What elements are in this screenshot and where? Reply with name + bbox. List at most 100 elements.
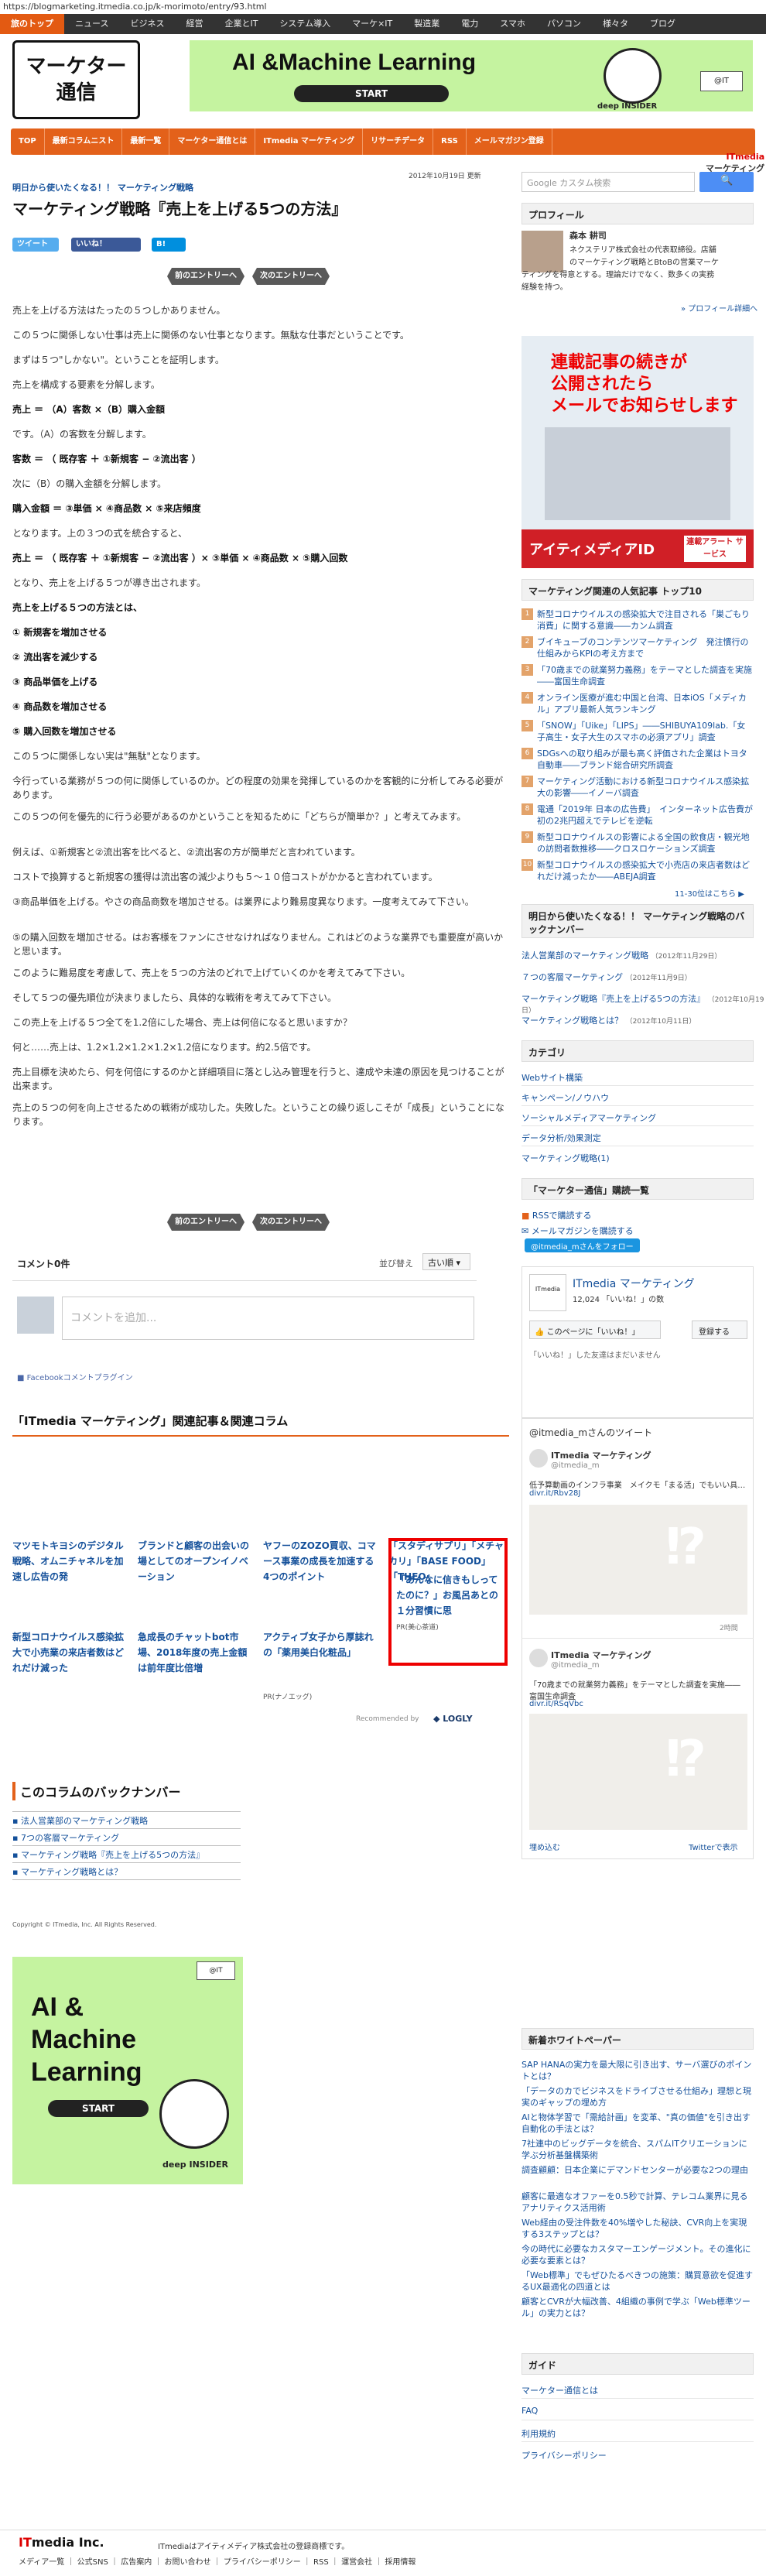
backnumber-link[interactable]: マーケティング戦略とは？ xyxy=(21,1867,122,1877)
gnav-item[interactable]: 様々タ xyxy=(592,14,639,34)
gnav-item[interactable]: ブログ xyxy=(639,14,686,34)
address-bar[interactable]: https://blogmarketing.itmedia.co.jp/k-mo… xyxy=(0,0,766,14)
side-backnumber-item[interactable]: マーケティング戦略とは？ （2012年10月11日） xyxy=(521,1014,696,1026)
gnav-item[interactable]: スマホ xyxy=(489,14,536,34)
mailmag-link[interactable]: ✉ メールマガジンを購読する xyxy=(521,1225,634,1237)
fb-like-page-button[interactable]: 👍 このページに「いいね！」 xyxy=(529,1321,661,1339)
gnav-item[interactable]: ニュース xyxy=(64,14,119,34)
whitepaper-link[interactable]: Web経由の受注件数を40%増やした秘訣、CVR向上を実現する3ステップとは？ xyxy=(521,2217,754,2240)
author-name[interactable]: 森本 耕司 xyxy=(569,229,607,242)
next-entry-button[interactable]: 次のエントリーへ xyxy=(252,268,330,285)
gnav-item-top[interactable]: 旅のトップ xyxy=(0,14,64,34)
nav-item[interactable]: 最新一覧 xyxy=(122,128,170,155)
bottom-ad-banner[interactable]: @IT AI & Machine Learning START deep INSID… xyxy=(12,1957,243,2184)
footer-logo[interactable]: ITmedia Inc. xyxy=(19,2535,104,2550)
fb-signup-button[interactable]: 登録する xyxy=(692,1321,747,1339)
ranking-link[interactable]: 「SNOW」「Uike」「LIPS」――SHIBUYA109lab.「女子高生・… xyxy=(537,721,745,742)
twitter-follow-button[interactable]: @itmedia_mさんをフォロー xyxy=(525,1238,640,1252)
ranking-link[interactable]: ブイキューブのコンテンツマーケティング 発注慣行の仕組みからKPIの考え方まで xyxy=(537,637,748,659)
whitepaper-link[interactable]: 顧客に最適なオファーを0.5秒で計算、テレコム業界に見るアナリティクス活用術 xyxy=(521,2191,754,2214)
backnumber-item[interactable]: ▪ マーケティング戦略とは？ xyxy=(12,1865,122,1878)
banner-start-button[interactable]: START xyxy=(48,2100,149,2117)
backnumber-link[interactable]: 法人営業部のマーケティング戦略 xyxy=(21,1816,148,1826)
search-button[interactable] xyxy=(699,172,754,192)
id-alert-ad[interactable]: 連載記事の続きが 公開されたら メールでお知らせします アイティメディアID 連載… xyxy=(521,336,754,568)
related-article[interactable]: 新型コロナウイルス感染拡大で小売業の来店者数はどれだけ減った xyxy=(12,1629,128,1676)
tw-embed-link[interactable]: 埋め込む xyxy=(529,1841,560,1852)
ad-article[interactable]: 「あんなに信きもしってたのに？」お風呂あとの１分習慣に思 PR(美心茶道) xyxy=(388,1538,508,1666)
site-logo[interactable]: マーケター 通信 xyxy=(12,40,140,119)
fb-page-name[interactable]: ITmedia マーケティング xyxy=(573,1276,695,1291)
ranking-link[interactable]: オンライン医療が進む中国と台湾、日本iOS「メディカル」アプリ最新人気ランキング xyxy=(537,693,747,714)
tw-account-name[interactable]: ITmedia マーケティング xyxy=(551,1449,651,1461)
ranking-link[interactable]: 新型コロナウイルスの感染拡大で注目される「巣ごもり消費」に関する意識――カンム調… xyxy=(537,609,750,631)
ranking-item[interactable]: 7 マーケティング活動における新型コロナウイルス感染拡大の影響――イノーバ調査 xyxy=(521,776,754,799)
comment-input[interactable]: コメントを追加... xyxy=(62,1297,474,1340)
top-ad-banner[interactable]: AI &Machine Learning START deep INSIDER … xyxy=(190,40,753,111)
banner-start-button[interactable]: START xyxy=(294,85,449,102)
nav-item[interactable]: マーケター通信とは xyxy=(169,128,256,155)
ranking-item[interactable]: 1 新型コロナウイルスの感染拡大で注目される「巣ごもり消費」に関する意識――カンム… xyxy=(521,608,754,632)
whitepaper-link[interactable]: SAP HANAの実力を最大限に引き出す、サーバ選びのポイントとは？ xyxy=(521,2059,754,2082)
ranking-item[interactable]: 10 新型コロナウイルスの感染拡大で小売店の来店者数はどれだけ減ったか――ABEJ… xyxy=(521,859,754,882)
ranking-link[interactable]: 新型コロナウイルスの影響による全国の飲食店・観光地の訪問者数推移――クロスロケー… xyxy=(537,832,750,854)
whitepaper-link[interactable]: 7社連中のビッグデータを統合、スパムITクリエーションに学ぶ分析基盤構築術 xyxy=(521,2138,754,2161)
ranking-link[interactable]: 「70歳までの就業努力義務」をテーマとした調査を実施――富国生命調査 xyxy=(537,665,752,687)
category-link[interactable]: Webサイト構築 xyxy=(521,1071,583,1084)
ranking-item[interactable]: 6 SDGsへの取り組みが最も高く評価された企業はトヨタ自動車――ブランド総合研究… xyxy=(521,748,754,771)
whitepaper-link[interactable]: AIと物体学習で「需給計画」を変革、"真の価値"を引き出す自動化の手法とは？ xyxy=(521,2112,754,2135)
ranking-link[interactable]: 電通「2019年 日本の広告費」 インターネット広告費が初の2兆円超えでテレビを… xyxy=(537,804,753,826)
ranking-item[interactable]: 8 電通「2019年 日本の広告費」 インターネット広告費が初の2兆円超えでテレビ… xyxy=(521,803,754,827)
tweet-image[interactable] xyxy=(529,1714,747,1830)
related-article[interactable]: ヤフーのZOZO買収、コマース事業の成長を加速する4つのポイント xyxy=(263,1538,379,1584)
like-button[interactable]: いいね！ xyxy=(71,238,141,252)
sort-select[interactable]: 古い順 ▾ xyxy=(422,1253,470,1270)
logly-logo[interactable]: ◆ LOGLY xyxy=(433,1714,473,1724)
category-link[interactable]: マーケティング戦略(1) xyxy=(521,1152,610,1164)
nav-item[interactable]: メールマガジン登録 xyxy=(467,128,552,155)
gnav-item[interactable]: パソコン xyxy=(536,14,592,34)
backnumber-item[interactable]: ▪ 法人営業部のマーケティング戦略 xyxy=(12,1814,148,1827)
side-backnumber-link[interactable]: ７つの客層マーケティング xyxy=(521,972,623,982)
side-backnumber-item[interactable]: 法人営業部のマーケティング戦略 （2012年11月29日） xyxy=(521,949,721,961)
tw-handle[interactable]: @itmedia_m xyxy=(551,1661,600,1670)
category-link[interactable]: ソーシャルメディアマーケティング xyxy=(521,1112,656,1124)
ranking-link[interactable]: 新型コロナウイルスの感染拡大で小売店の来店者数はどれだけ減ったか――ABEJA調… xyxy=(537,860,750,882)
whitepaper-link[interactable]: 「Web標準」でもぜひたるべきつの施策：購買意欲を促進するUX最適化の四道とは xyxy=(521,2269,754,2293)
ranking-item[interactable]: 5 「SNOW」「Uike」「LIPS」――SHIBUYA109lab.「女子高生… xyxy=(521,720,754,743)
whitepaper-link[interactable]: 今の時代に必要なカスタマーエンゲージメント。その進化に必要な要素とは？ xyxy=(521,2243,754,2266)
guide-link[interactable]: マーケター通信とは xyxy=(521,2384,598,2396)
related-article[interactable]: アクティブ女子から厚誌れの「薬用美白化粧品」 xyxy=(263,1629,379,1660)
hatena-button[interactable]: B! xyxy=(152,238,186,252)
facebook-comment-plugin-link[interactable]: ■ Facebookコメントプラグイン xyxy=(17,1371,133,1382)
guide-link[interactable]: プライバシーポリシー xyxy=(521,2449,607,2461)
side-backnumber-link[interactable]: マーケティング戦略『売上を上げる5つの方法』 xyxy=(521,994,705,1004)
side-backnumber-item[interactable]: ７つの客層マーケティング （2012年11月9日） xyxy=(521,971,692,983)
side-backnumber-item[interactable]: マーケティング戦略『売上を上げる5つの方法』 （2012年10月19日） xyxy=(521,992,766,1015)
tweet-button[interactable]: ツイート xyxy=(12,238,59,252)
ranking-link[interactable]: マーケティング活動における新型コロナウイルス感染拡大の影響――イノーバ調査 xyxy=(537,776,749,798)
nav-item-rss[interactable]: RSS xyxy=(433,128,467,155)
gnav-item[interactable]: 電力 xyxy=(450,14,489,34)
itmedia-marketing-logo[interactable]: ITmedia マーケティング xyxy=(706,152,764,174)
backnumber-link[interactable]: マーケティング戦略『売上を上げる5つの方法』 xyxy=(21,1850,204,1860)
nav-item[interactable]: 最新コラムニスト xyxy=(45,128,123,155)
nav-item-top[interactable]: TOP xyxy=(11,128,45,155)
nav-item[interactable]: リサーチデータ xyxy=(363,128,434,155)
fb-page-logo[interactable]: ITmedia xyxy=(529,1274,566,1311)
side-backnumber-link[interactable]: 法人営業部のマーケティング戦略 xyxy=(521,951,648,961)
tweet-image[interactable] xyxy=(529,1505,747,1615)
article-category[interactable]: 明日から使いたくなる！！ マーケティング戦略 xyxy=(12,181,193,194)
rss-link[interactable]: ■ RSSで購読する xyxy=(521,1209,592,1221)
next-entry-button-bottom[interactable]: 次のエントリーへ xyxy=(252,1214,330,1231)
footer-links[interactable]: メディア一覧 ｜ 公式SNS ｜ 広告案内 ｜ お問い合わせ ｜ プライバシーポ… xyxy=(19,2555,415,2567)
ranking-link[interactable]: SDGsへの取り組みが最も高く評価された企業はトヨタ自動車――ブランド総合研究所… xyxy=(537,748,747,770)
category-link[interactable]: データ分析/効果測定 xyxy=(521,1132,601,1144)
whitepaper-link[interactable]: 「データのカでビジネスをドライブさせる仕組み」理想と現実のギャップの埋め方 xyxy=(521,2085,754,2108)
gnav-item[interactable]: ビジネス xyxy=(119,14,175,34)
guide-link[interactable]: FAQ xyxy=(521,2406,538,2416)
backnumber-item[interactable]: ▪ マーケティング戦略『売上を上げる5つの方法』 xyxy=(12,1848,204,1861)
gnav-item[interactable]: 経営 xyxy=(175,14,214,34)
ranking-more-link[interactable]: 11-30位はこちら ▶ xyxy=(675,887,744,899)
gnav-item[interactable]: 企業とIT xyxy=(214,14,268,34)
